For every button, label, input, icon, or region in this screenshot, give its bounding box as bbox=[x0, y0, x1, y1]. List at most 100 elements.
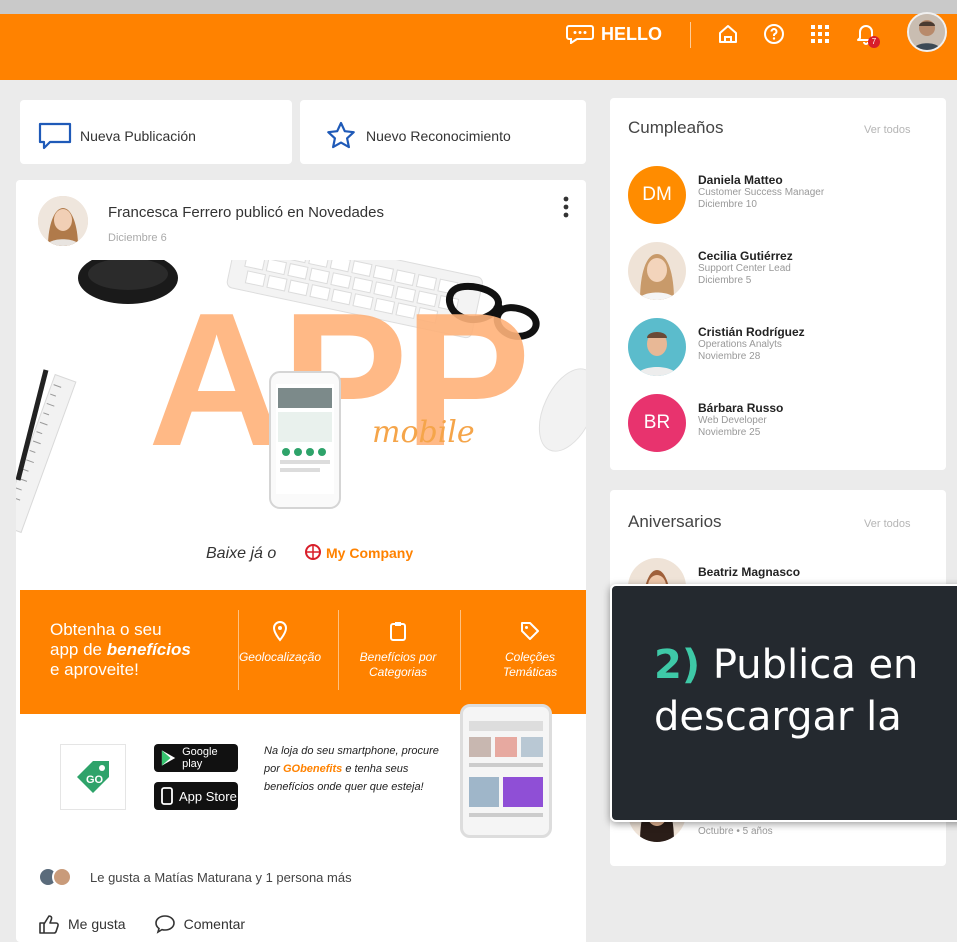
person-role: Support Center Lead bbox=[698, 263, 791, 274]
person-photo-avatar bbox=[628, 318, 686, 376]
person-date: Diciembre 10 bbox=[698, 199, 757, 210]
reaction-bar: Me gusta Comentar bbox=[20, 906, 586, 942]
benefits-promo-band: Obtenha o seu app de benefícios e aprove… bbox=[20, 590, 586, 714]
hello-label: HELLO bbox=[601, 23, 662, 44]
clipboard-icon bbox=[390, 622, 406, 641]
post-options-button[interactable] bbox=[560, 194, 572, 220]
anniversaries-title: Aniversarios bbox=[628, 512, 722, 531]
tutorial-tooltip: 2) Publica en descargar la bbox=[610, 584, 957, 822]
user-photo-icon bbox=[909, 14, 945, 50]
person-date: Noviembre 28 bbox=[698, 351, 761, 362]
app-screenshot-phone bbox=[460, 704, 552, 838]
person-date: Octubre • 5 años bbox=[698, 826, 773, 837]
birthday-person[interactable]: DM Daniela Matteo Customer Success Manag… bbox=[628, 166, 928, 232]
new-post-label: Nueva Publicación bbox=[80, 128, 196, 144]
thumbs-up-icon[interactable] bbox=[38, 914, 60, 934]
post-image[interactable]: APP mobile Baixe já o My Company bbox=[16, 260, 586, 590]
post-header: Francesca Ferrero publicó en Novedades D… bbox=[38, 196, 578, 256]
google-play-icon bbox=[161, 750, 176, 766]
birthday-person[interactable]: BR Bárbara Russo Web Developer Noviembre… bbox=[628, 394, 928, 460]
app-store-section: GO Google play App Store Na loja do seu … bbox=[20, 704, 586, 854]
go-tag-logo-icon: GO bbox=[77, 761, 109, 793]
feature-collections-label: Coleções Temáticas bbox=[502, 650, 558, 679]
google-play-badge[interactable]: Google play bbox=[154, 744, 238, 772]
promo-divider bbox=[460, 610, 461, 690]
tooltip-step-number: 2) bbox=[654, 642, 701, 688]
tooltip-line2: descargar la bbox=[654, 694, 902, 740]
birthday-person[interactable]: Cristián Rodríguez Operations Analyts No… bbox=[628, 318, 928, 384]
author-photo-icon bbox=[38, 196, 88, 246]
person-photo-icon bbox=[636, 332, 678, 376]
hero-illustration: APP mobile Baixe já o My Company bbox=[16, 260, 586, 562]
comment-bubble-icon[interactable] bbox=[154, 914, 176, 934]
person-initials-avatar: DM bbox=[628, 166, 686, 224]
person-photo-icon bbox=[638, 254, 676, 300]
phone-outline-icon bbox=[161, 787, 173, 805]
author-avatar[interactable] bbox=[38, 196, 88, 246]
app-store-label: App Store bbox=[179, 788, 237, 804]
likes-summary[interactable]: Le gusta a Matías Maturana y 1 persona m… bbox=[20, 854, 586, 900]
person-role: Operations Analyts bbox=[698, 339, 782, 350]
person-date: Noviembre 25 bbox=[698, 427, 761, 438]
store-instructions: Na loja do seu smartphone, procure por G… bbox=[264, 742, 454, 796]
comment-button[interactable]: Comentar bbox=[184, 916, 245, 932]
location-pin-icon bbox=[272, 620, 288, 642]
new-recognition-button[interactable]: Nuevo Reconocimiento bbox=[300, 100, 586, 164]
apps-grid-icon bbox=[811, 25, 829, 43]
topbar-divider bbox=[690, 22, 691, 48]
like-button[interactable]: Me gusta bbox=[68, 916, 126, 932]
birthday-person[interactable]: Cecilia Gutiérrez Support Center Lead Di… bbox=[628, 242, 928, 308]
store-text-brand: GObenefits bbox=[282, 763, 343, 775]
hello-button[interactable]: HELLO bbox=[565, 22, 662, 46]
liker-avatar bbox=[52, 867, 72, 887]
home-button[interactable] bbox=[712, 18, 744, 50]
gobenefits-logo: GO bbox=[60, 744, 126, 810]
tooltip-line1: 2) Publica en bbox=[654, 642, 918, 688]
promo-line3: e aproveite! bbox=[50, 660, 139, 679]
hero-download-prefix: Baixe já o bbox=[206, 545, 276, 562]
user-avatar[interactable] bbox=[907, 12, 947, 52]
feature-categories: Benefícios por Categorias bbox=[348, 620, 448, 680]
person-initials-avatar: BR bbox=[628, 394, 686, 452]
apps-button[interactable] bbox=[804, 18, 836, 50]
speech-bubble-icon bbox=[38, 122, 72, 150]
feature-geolocation: Geolocalização bbox=[230, 620, 330, 665]
promo-line1: Obtenha o seu bbox=[50, 620, 162, 639]
hero-brand-text: My Company bbox=[326, 545, 413, 561]
promo-line2: app de benefícios bbox=[50, 640, 191, 660]
post-author-line[interactable]: Francesca Ferrero publicó en Novedades bbox=[108, 204, 384, 221]
likes-text: Le gusta a Matías Maturana y 1 persona m… bbox=[90, 869, 352, 885]
feature-geolocation-label: Geolocalização bbox=[238, 650, 322, 664]
notification-count-badge: 7 bbox=[868, 36, 880, 48]
more-vertical-icon bbox=[563, 196, 569, 218]
new-post-button[interactable]: Nueva Publicación bbox=[20, 100, 292, 164]
hero-mobile-text: mobile bbox=[372, 415, 475, 450]
person-name: Cristián Rodríguez bbox=[698, 325, 805, 339]
app-store-badge[interactable]: App Store bbox=[154, 782, 238, 810]
birthdays-see-all-link[interactable]: Ver todos bbox=[864, 124, 910, 136]
person-name: Cecilia Gutiérrez bbox=[698, 249, 793, 263]
google-play-label: Google play bbox=[182, 746, 218, 770]
phone-screen-illustration bbox=[469, 721, 543, 817]
person-role: Customer Success Manager bbox=[698, 187, 825, 198]
person-name: Daniela Matteo bbox=[698, 173, 783, 187]
notifications-button[interactable]: 7 bbox=[850, 18, 882, 50]
person-date: Diciembre 5 bbox=[698, 275, 752, 286]
anniversaries-see-all-link[interactable]: Ver todos bbox=[864, 518, 910, 530]
feature-collections: Coleções Temáticas bbox=[480, 620, 580, 680]
promo-line2-prefix: app de bbox=[50, 640, 107, 659]
promo-divider bbox=[338, 610, 339, 690]
browser-top-strip bbox=[0, 0, 957, 14]
help-icon bbox=[764, 24, 784, 44]
birthdays-title: Cumpleaños bbox=[628, 118, 724, 137]
star-icon bbox=[327, 121, 355, 149]
person-role: Web Developer bbox=[698, 415, 767, 426]
promo-headline: Obtenha o seu app de benefícios e aprove… bbox=[50, 620, 191, 680]
person-name: Beatriz Magnasco bbox=[698, 565, 801, 579]
home-icon bbox=[719, 25, 737, 43]
person-photo-avatar bbox=[628, 242, 686, 300]
feature-categories-label: Benefícios por Categorias bbox=[359, 650, 437, 679]
go-logo-text: GO bbox=[86, 774, 104, 786]
help-button[interactable] bbox=[758, 18, 790, 50]
promo-line2-bold: benefícios bbox=[106, 640, 191, 659]
